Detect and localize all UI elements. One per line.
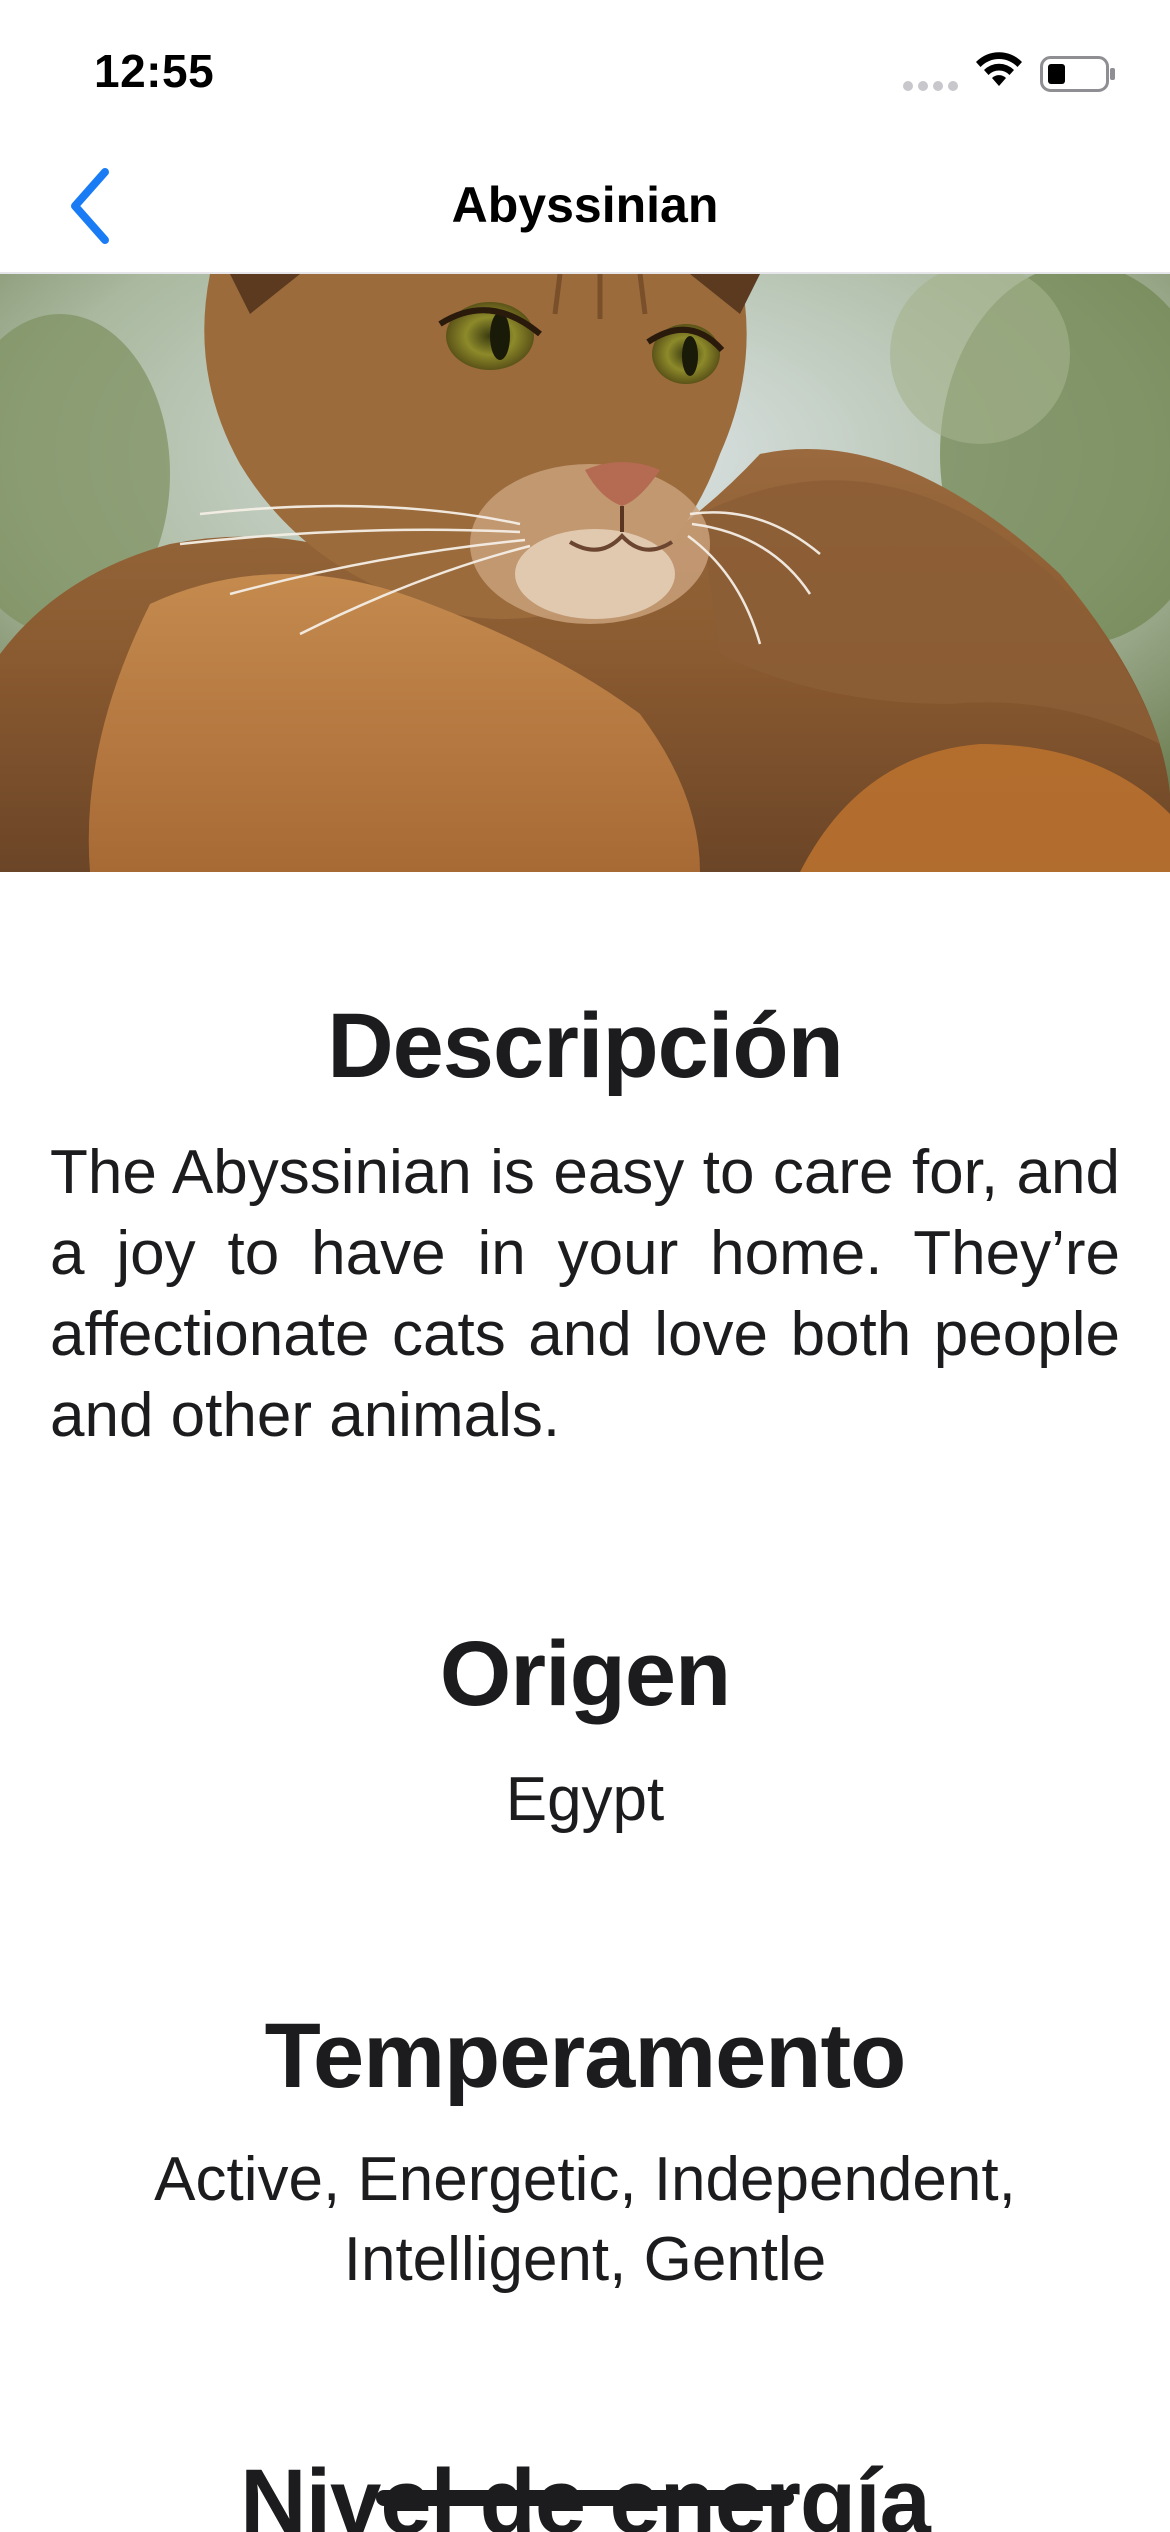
cat-illustration — [0, 274, 1170, 872]
temperament-value-line-1: Active, Energetic, Independent, — [154, 2145, 1016, 2214]
cat-detail-screen: 12:55 Abyssinian Descripción The Abyssin… — [0, 0, 1170, 2532]
navigation-bar: Abyssinian — [0, 140, 1170, 274]
wifi-icon — [976, 52, 1022, 86]
description-heading: Descripción — [327, 995, 844, 1097]
temperament-value-line-2: Intelligent, Gentle — [343, 2225, 827, 2294]
temperament-heading: Temperamento — [264, 2005, 907, 2107]
cat-photo — [0, 274, 1170, 872]
origin-value: Egypt — [505, 1765, 665, 1834]
signal-dots-icon — [903, 81, 958, 91]
nav-title: Abyssinian — [451, 177, 719, 233]
battery-icon — [1040, 56, 1115, 92]
status-bar: 12:55 — [0, 0, 1170, 140]
home-indicator[interactable] — [376, 2490, 794, 2506]
status-time: 12:55 — [94, 45, 215, 97]
description-text: The Abyssinian is easy to care for, and … — [50, 1138, 1120, 1450]
origin-heading: Origen — [439, 1623, 731, 1725]
